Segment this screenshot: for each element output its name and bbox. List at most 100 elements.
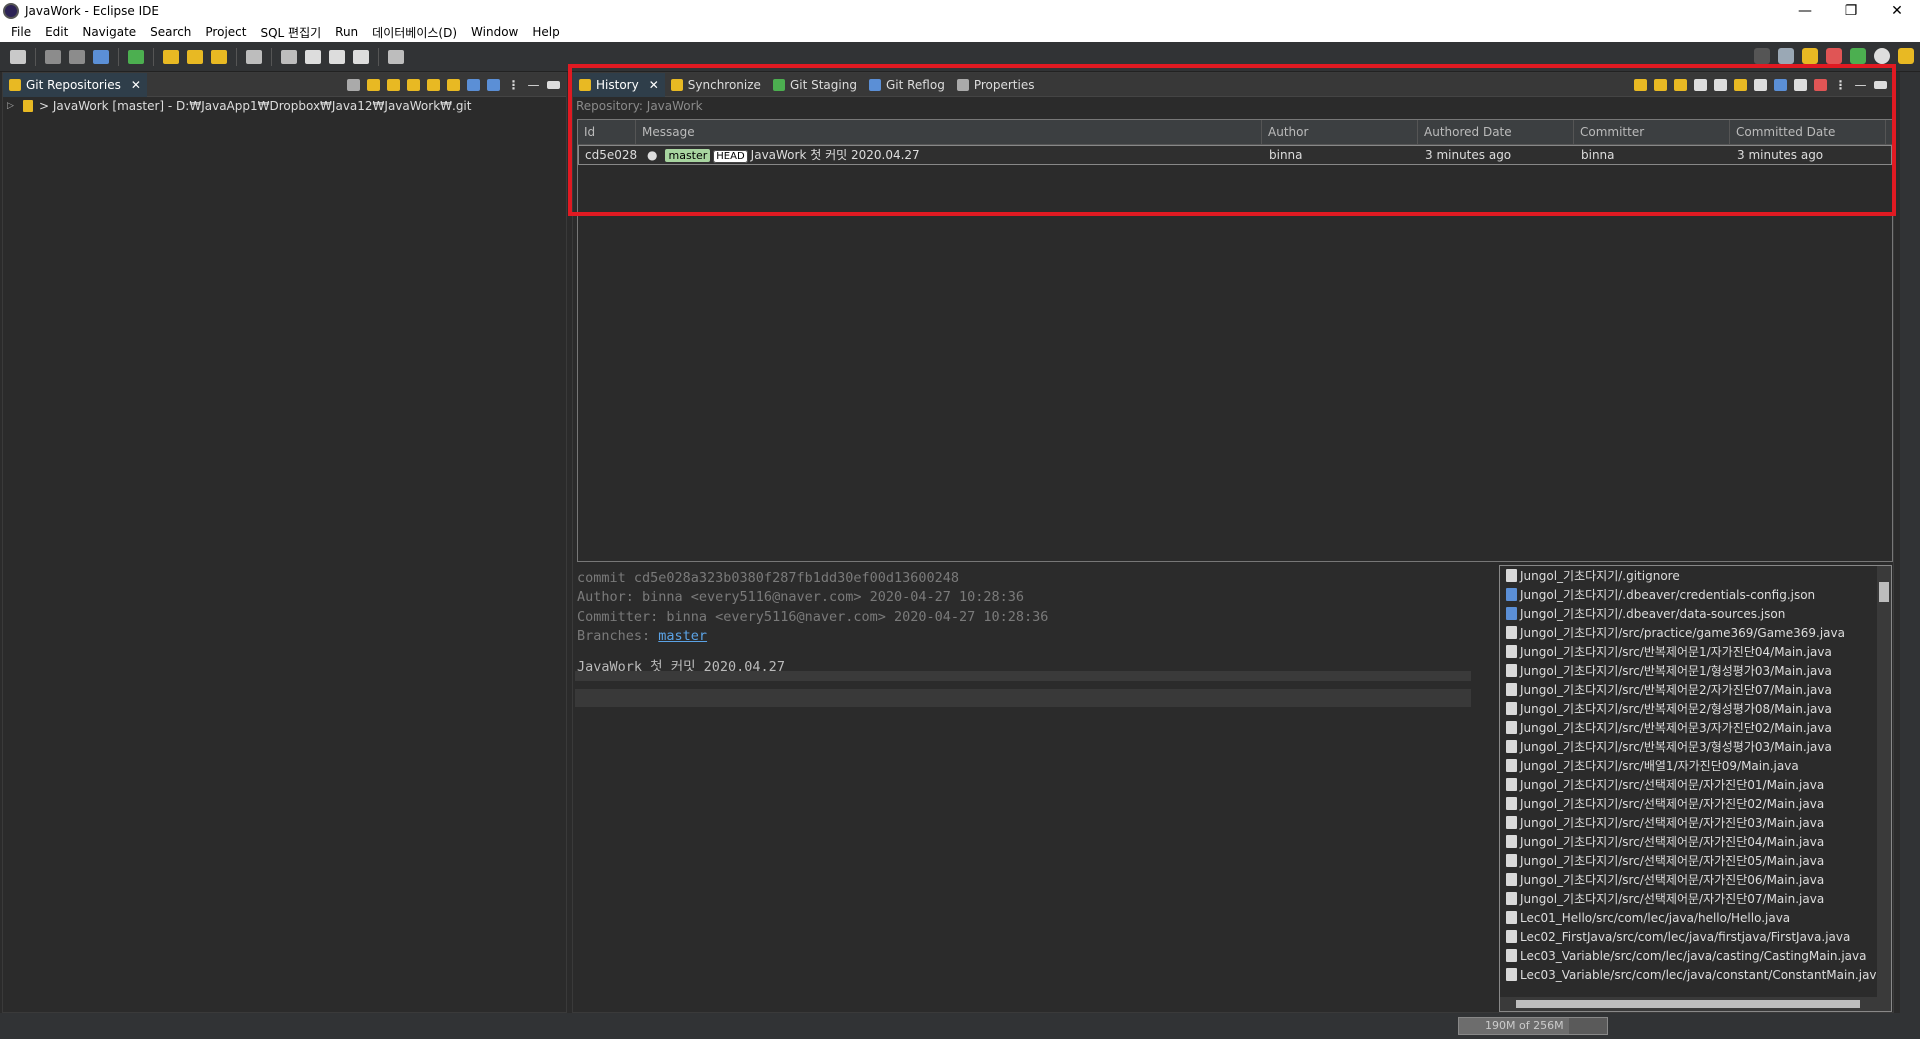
view-menu-icon[interactable]: ⋮ (1834, 79, 1847, 91)
list-item[interactable]: Jungol_기초다지기/.dbeaver/credentials-config… (1500, 585, 1891, 604)
list-item[interactable]: Jungol_기초다지기/src/선택제어문/자가진단01/Main.java (1500, 775, 1891, 794)
find-icon[interactable] (1714, 78, 1727, 91)
tab-git-repositories[interactable]: Git Repositories ✕ (3, 72, 147, 97)
annotation-icon[interactable] (246, 49, 262, 64)
terminal-icon[interactable] (93, 49, 109, 64)
menu-help[interactable]: Help (532, 25, 559, 39)
scroll-thumb[interactable] (1516, 1000, 1860, 1008)
column-message[interactable]: Message (636, 120, 1262, 144)
perspective-icon[interactable] (388, 49, 404, 64)
add-repo-icon[interactable] (367, 78, 380, 91)
list-item[interactable]: Jungol_기초다지기/src/선택제어문/자가진단05/Main.java (1500, 851, 1891, 870)
clone-repo-icon[interactable] (387, 78, 400, 91)
java-perspective-icon[interactable] (1850, 48, 1866, 64)
dbeaver-perspective-icon[interactable] (1874, 48, 1890, 64)
menu-navigate[interactable]: Navigate (82, 25, 136, 39)
minimize-view-icon[interactable]: — (527, 79, 540, 91)
list-item[interactable]: Jungol_기초다지기/src/선택제어문/자가진단02/Main.java (1500, 794, 1891, 813)
column-committed-date[interactable]: Committed Date (1730, 120, 1886, 144)
link-with-selection-icon[interactable] (1654, 78, 1667, 91)
menu-run[interactable]: Run (335, 25, 358, 39)
open-perspective-icon[interactable] (1778, 48, 1794, 64)
show-branches-icon[interactable] (1734, 78, 1747, 91)
collapse-all-icon[interactable] (347, 78, 360, 91)
menu-search[interactable]: Search (150, 25, 191, 39)
minimize-view-icon[interactable]: — (1854, 79, 1867, 91)
list-item[interactable]: Jungol_기초다지기/src/반복제어문2/자가진단07/Main.java (1500, 680, 1891, 699)
tab-git-staging[interactable]: Git Staging (767, 73, 863, 97)
list-item[interactable]: Lec03_Variable/src/com/lec/java/casting/… (1500, 946, 1891, 965)
view-menu-icon[interactable]: ⋮ (507, 79, 520, 91)
commit-header-text[interactable]: commit cd5e028a323b0380f287fb1dd30ef00d1… (575, 565, 1471, 646)
close-tab-icon[interactable]: ✕ (131, 78, 141, 92)
debug-perspective-icon[interactable] (1826, 48, 1842, 64)
list-item[interactable]: Jungol_기초다지기/.dbeaver/data-sources.json (1500, 604, 1891, 623)
show-first-parent-icon[interactable] (1774, 78, 1787, 91)
column-author[interactable]: Author (1262, 120, 1418, 144)
menu-sql-editor[interactable]: SQL 편집기 (260, 24, 321, 41)
list-item[interactable]: Jungol_기초다지기/src/선택제어문/자가진단06/Main.java (1500, 870, 1891, 889)
refresh-icon[interactable] (427, 78, 440, 91)
tab-git-reflog[interactable]: Git Reflog (863, 73, 951, 97)
save-icon[interactable] (45, 49, 61, 64)
mark-occurrences-icon[interactable] (211, 49, 227, 64)
list-item[interactable]: Jungol_기초다지기/src/선택제어문/자가진단03/Main.java (1500, 813, 1891, 832)
menu-edit[interactable]: Edit (45, 25, 68, 39)
search-icon[interactable] (1754, 48, 1770, 64)
link-icon[interactable] (447, 78, 460, 91)
minimize-button[interactable]: — (1782, 0, 1828, 22)
save-all-icon[interactable] (69, 49, 85, 64)
restore-button[interactable]: ❐ (1828, 0, 1874, 22)
list-item[interactable]: Lec03_Variable/src/com/lec/java/constant… (1500, 965, 1891, 984)
create-repo-icon[interactable] (407, 78, 420, 91)
list-item[interactable]: Lec01_Hello/src/com/lec/java/hello/Hello… (1500, 908, 1891, 927)
repository-tree-item[interactable]: ▷ > JavaWork [master] - D:₩JavaApp1₩Drop… (3, 97, 566, 115)
compare-mode-icon[interactable] (1694, 78, 1707, 91)
open-type-icon[interactable] (163, 49, 179, 64)
branch-link[interactable]: master (658, 628, 707, 644)
maximize-view-icon[interactable] (547, 80, 560, 89)
details-scrollbar[interactable] (575, 689, 1471, 707)
list-item[interactable]: Jungol_기초다지기/src/반복제어문3/형성평가03/Main.java (1500, 737, 1891, 756)
scroll-thumb[interactable] (1879, 582, 1889, 602)
link-editor-icon[interactable] (487, 78, 500, 91)
list-item[interactable]: Jungol_기초다지기/src/배열1/자가진단09/Main.java (1500, 756, 1891, 775)
show-all-branches-icon[interactable] (1794, 78, 1807, 91)
filter-icon[interactable] (1754, 78, 1767, 91)
hide-additional-refs-icon[interactable] (1814, 78, 1827, 91)
files-vertical-scrollbar[interactable] (1877, 566, 1891, 998)
list-item[interactable]: Jungol_기초다지기/.gitignore (1500, 566, 1891, 585)
list-item[interactable]: Jungol_기초다지기/src/반복제어문1/형성평가03/Main.java (1500, 661, 1891, 680)
list-item[interactable]: Jungol_기초다지기/src/선택제어문/자가진단04/Main.java (1500, 832, 1891, 851)
refresh-icon[interactable] (1634, 78, 1647, 91)
git-perspective-icon[interactable] (1802, 48, 1818, 64)
close-window-button[interactable]: ✕ (1874, 0, 1920, 22)
tab-properties[interactable]: Properties (951, 73, 1041, 97)
list-item[interactable]: Jungol_기초다지기/src/선택제어문/자가진단07/Main.java (1500, 889, 1891, 908)
tab-history[interactable]: History ✕ (573, 72, 665, 97)
menu-file[interactable]: File (11, 25, 31, 39)
pin-icon[interactable] (1674, 78, 1687, 91)
new-icon[interactable] (10, 49, 26, 64)
column-id[interactable]: Id (578, 120, 636, 144)
resource-perspective-icon[interactable] (1898, 48, 1914, 64)
open-task-icon[interactable] (187, 49, 203, 64)
list-item[interactable]: Jungol_기초다지기/src/반복제어문1/자가진단04/Main.java (1500, 642, 1891, 661)
hierarchy-icon[interactable] (467, 78, 480, 91)
column-committer[interactable]: Committer (1574, 120, 1730, 144)
maximize-view-icon[interactable] (1874, 80, 1887, 89)
pin-editor-icon[interactable] (281, 49, 297, 64)
debug-icon[interactable] (128, 49, 144, 64)
column-authored-date[interactable]: Authored Date (1418, 120, 1574, 144)
list-item[interactable]: Jungol_기초다지기/src/반복제어문2/형성평가08/Main.java (1500, 699, 1891, 718)
close-tab-icon[interactable]: ✕ (649, 78, 659, 92)
list-item[interactable]: Jungol_기초다지기/src/반복제어문3/자가진단02/Main.java (1500, 718, 1891, 737)
files-horizontal-scrollbar[interactable] (1500, 997, 1891, 1011)
menu-window[interactable]: Window (471, 25, 518, 39)
next-icon[interactable] (353, 49, 369, 64)
expand-arrow-icon[interactable]: ▷ (7, 101, 17, 111)
heap-status[interactable]: 190M of 256M (1458, 1017, 1608, 1035)
menu-database[interactable]: 데이터베이스(D) (372, 24, 457, 41)
back-icon[interactable] (305, 49, 321, 64)
menu-project[interactable]: Project (205, 25, 246, 39)
